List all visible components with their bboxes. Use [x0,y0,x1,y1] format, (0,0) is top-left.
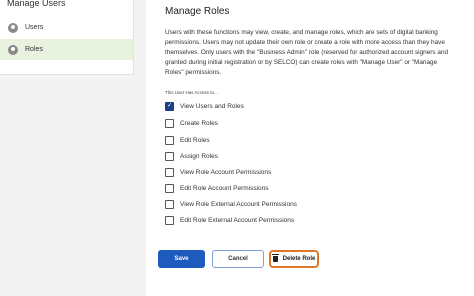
permission-label: Assign Roles [180,152,218,160]
checkbox[interactable] [165,151,174,161]
permission-assign-roles[interactable]: Assign Roles [165,150,218,162]
permission-label: View Users and Roles [180,102,244,110]
checkbox[interactable] [165,183,174,193]
page-title: Manage Roles [165,6,230,17]
checkbox-checked[interactable]: ✓ [165,101,174,111]
sidebar-item-label: Users [25,24,44,31]
roles-description: Users with these functions may view, cre… [165,29,449,76]
access-label: This User Has Access to... [165,90,218,95]
permission-label: Edit Role Account Permissions [180,184,269,192]
permission-view-role-external-account[interactable]: View Role External Account Permissions [165,198,297,210]
permission-label: Edit Role External Account Permissions [180,216,295,224]
permission-label: Edit Roles [180,136,210,144]
permission-label: View Role External Account Permissions [180,200,297,208]
delete-role-button[interactable]: Delete Role [269,250,319,268]
sidebar-item-users[interactable]: Users [0,17,133,38]
permission-edit-roles[interactable]: Edit Roles [165,134,210,146]
checkbox[interactable] [165,118,174,128]
sidebar: Manage Users Users Roles [0,0,134,75]
permission-label: View Role Account Permissions [180,168,272,176]
sidebar-item-label: Roles [25,46,43,53]
main-panel: Manage Roles Users with these functions … [146,0,474,296]
user-icon [8,22,18,33]
checkbox[interactable] [165,135,174,145]
sidebar-item-roles[interactable]: Roles [0,39,133,60]
cancel-button[interactable]: Cancel [212,250,264,268]
permission-view-role-account[interactable]: View Role Account Permissions [165,166,271,178]
permission-view-users-and-roles[interactable]: ✓ View Users and Roles [165,100,244,112]
checkbox[interactable] [165,167,174,177]
user-icon [8,44,18,55]
permission-edit-role-external-account[interactable]: Edit Role External Account Permissions [165,214,294,226]
save-button[interactable]: Save [158,250,205,268]
permission-create-roles[interactable]: Create Roles [165,117,218,129]
delete-role-label: Delete Role [282,256,316,262]
sidebar-title: Manage Users [7,0,66,8]
trash-icon [271,254,279,262]
checkbox[interactable] [165,215,174,225]
checkbox[interactable] [165,199,174,209]
permission-edit-role-account[interactable]: Edit Role Account Permissions [165,182,269,194]
permission-label: Create Roles [180,119,218,127]
